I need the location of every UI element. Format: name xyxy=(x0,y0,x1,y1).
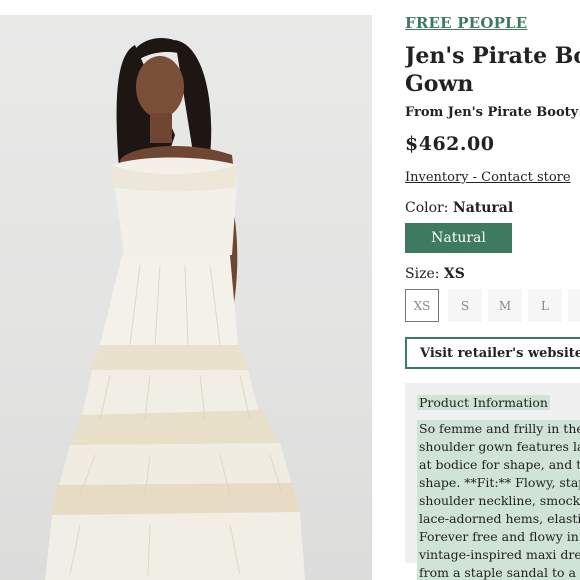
color-option-natural[interactable]: Natural xyxy=(405,223,512,253)
product-photo[interactable] xyxy=(0,15,372,580)
size-option-xs[interactable]: XS xyxy=(405,289,439,322)
selected-color: Natural xyxy=(452,200,514,216)
retailer-source: From Jen's Pirate Booty xyxy=(405,105,579,120)
model-in-white-tiered-gown-image xyxy=(45,37,305,580)
size-option-m[interactable]: M xyxy=(488,289,522,322)
product-price: $462.00 xyxy=(405,133,495,155)
size-label-text: Size: xyxy=(405,266,440,282)
product-description-box: Product Information So femme and frilly … xyxy=(405,383,580,580)
description-line: at bodice for shape, and tiere xyxy=(417,456,580,474)
size-label: Size: XS xyxy=(405,266,465,282)
size-option-l[interactable]: L xyxy=(528,289,562,322)
description-line: vintage-inspired maxi dress in xyxy=(417,546,580,564)
color-label-text: Color: xyxy=(405,200,449,216)
size-option-s[interactable]: S xyxy=(448,289,482,322)
brand-link[interactable]: FREE PEOPLE xyxy=(405,14,527,32)
product-title: Jen's Pirate Boo Gown xyxy=(405,42,580,98)
color-label: Color: Natural xyxy=(405,200,513,216)
description-line: shoulder neckline, smocked b xyxy=(417,492,580,510)
inventory-contact-link[interactable]: Inventory - Contact store xyxy=(405,170,571,185)
product-title-line-1: Jen's Pirate Boo xyxy=(405,43,580,69)
product-description-text: So femme and frilly in the mo shoulder g… xyxy=(417,420,580,580)
description-line: Forever free and flowy in a su xyxy=(417,528,580,546)
product-info-panel: FREE PEOPLE Jen's Pirate Boo Gown From J… xyxy=(405,0,580,580)
visit-retailer-button[interactable]: Visit retailer's website xyxy=(405,337,580,369)
description-line: shoulder gown features lace o xyxy=(417,438,580,456)
product-title-line-2: Gown xyxy=(405,71,474,97)
product-information-heading: Product Information xyxy=(417,395,550,410)
description-line: shape. **Fit:** Flowy, staple xyxy=(417,474,580,492)
description-line: So femme and frilly in the mo xyxy=(417,420,580,438)
description-line: lace-adorned hems, elasticate xyxy=(417,510,580,528)
selected-size: XS xyxy=(443,266,465,282)
description-line: from a staple sandal to a bold xyxy=(417,564,580,580)
size-option-xl[interactable]: X xyxy=(568,289,580,322)
